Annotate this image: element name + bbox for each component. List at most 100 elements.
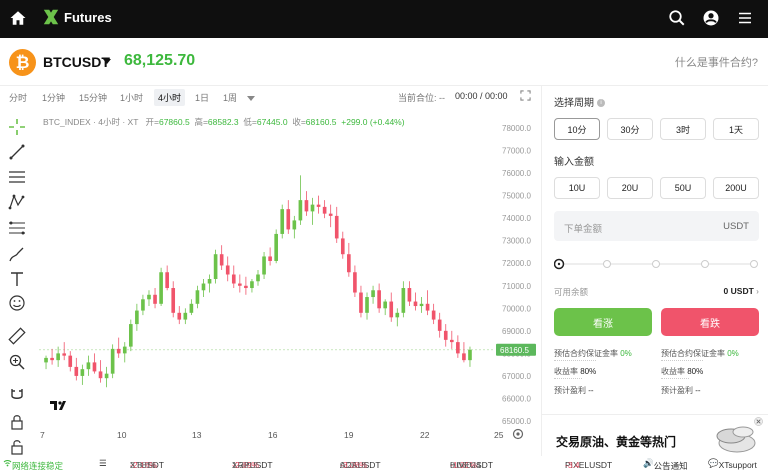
ruler-icon[interactable] [8,327,26,345]
candle-body [377,290,381,309]
trend-line-icon[interactable] [8,143,26,161]
menu-icon[interactable] [736,9,754,27]
down-margin-rate: 预估合约保证金率 0% [661,349,739,358]
y-tick-label: 77000.0 [502,147,531,156]
more-timeframes-chevron-icon[interactable] [247,96,255,101]
period-option-10m[interactable]: 10分 [554,118,600,140]
horizontal-lines-icon[interactable] [8,168,26,186]
pattern-icon[interactable] [8,193,26,211]
available-balance-row: 可用余额 0 USDT › [554,286,759,298]
text-tool-icon[interactable] [8,270,26,288]
chart-svg[interactable]: 78000.0 77000.0 76000.0 75000.0 74000.0 73000… [34,108,540,458]
index-label: BTC_INDEX · 4小时 · XT [43,117,139,127]
brush-icon[interactable] [8,245,26,263]
x-tick-label: 19 [344,430,354,440]
ohlc-readout: BTC_INDEX · 4小时 · XT 开=67860.5 高=68582.3… [43,116,405,128]
candle-body [456,342,460,354]
chart-toolbar: 分时 1分钟 15分钟 1小时 4小时 1日 1周 当前合位: -- 00:00… [0,86,540,108]
amount-option-200u[interactable]: 200U [713,177,759,199]
y-tick-label: 69000.0 [502,327,531,336]
emoji-icon[interactable] [8,294,26,312]
magnet-icon[interactable] [8,386,26,404]
list-icon[interactable]: ☰ [99,458,107,469]
candle-body [292,220,297,230]
search-icon[interactable] [668,9,686,27]
info-icon[interactable]: i [597,99,605,108]
amount-option-10u[interactable]: 10U [554,177,600,199]
candle-body [256,274,260,282]
promo-banner[interactable]: 交易原油、黄金等热门 [542,414,768,456]
change-value: +299.0 (+0.44%) [341,117,405,127]
chart-settings-gear-center [516,432,520,436]
tab-timeframe-4h[interactable]: 4小时 [154,89,186,106]
lock-icon[interactable] [8,413,26,431]
order-amount-input[interactable]: 下单金额 USDT [554,211,759,241]
high-value: 68582.3 [207,117,239,127]
candle-body [122,346,127,354]
candle-body [98,371,103,379]
tab-timeframe-1d[interactable]: 1日 [195,91,209,104]
user-icon[interactable] [702,9,720,27]
y-tick-label: 72000.0 [502,259,531,268]
candle-body [92,362,97,372]
period-option-30m[interactable]: 30分 [607,118,653,140]
crosshair-icon[interactable] [8,118,26,136]
home-icon[interactable] [9,9,27,27]
wifi-icon [3,460,12,467]
candlestick-chart[interactable]: 78000.0 77000.0 76000.0 75000.0 74000.0 73000… [34,108,540,458]
candle-body [449,339,454,343]
x-tick-label: 10 [117,430,127,440]
tab-timeframe-1h[interactable]: 1小时 [120,91,143,104]
candle-body [56,353,60,361]
amount-option-20u[interactable]: 20U [607,177,653,199]
notice-link[interactable]: 🔊 公告通知 [640,458,688,471]
amount-label: 输入金额 [554,157,594,168]
x-tick-label: 25 [494,430,504,440]
symbol-selector[interactable]: BTCUSDT [43,54,110,70]
y-tick-label: 66000.0 [502,394,531,403]
x-tick-label: 7 [40,430,45,440]
chevron-down-icon[interactable] [103,59,111,64]
amount-slider[interactable] [554,258,759,270]
candle-body [207,279,212,284]
candle-body [383,301,387,309]
candle-body [104,373,109,379]
close-icon[interactable] [754,417,763,426]
buy-up-button[interactable]: 看涨 [554,308,652,336]
promo-text: 交易原油、黄金等热门 [556,435,677,449]
candle-body [80,369,85,376]
tab-timeframe-1w[interactable]: 1周 [223,91,237,104]
tradingview-logo-bg [48,398,68,412]
open-value: 67860.5 [158,117,190,127]
open-label: 开= [145,117,159,127]
last-price: 68,125.70 [124,52,196,69]
amount-option-50u[interactable]: 50U [660,177,706,199]
y-tick-label: 67000.0 [502,372,531,381]
candle-body [50,357,54,361]
fib-retracement-icon[interactable] [8,219,26,237]
fullscreen-icon[interactable] [520,90,531,101]
candle-body [280,209,285,234]
period-option-3h[interactable]: 3时 [660,118,706,140]
position-info: 当前合位: -- [398,93,445,103]
y-tick-label: 75000.0 [502,192,531,201]
candle-body [401,288,406,313]
period-option-1d[interactable]: 1天 [713,118,759,140]
brand-logo[interactable]: Futures [42,8,112,26]
lock-icon-2[interactable] [8,438,26,456]
xt-logo-icon [43,9,59,25]
candle-body [419,303,424,307]
tab-timeframe-15m[interactable]: 15分钟 [79,91,107,104]
zoom-in-icon[interactable] [8,353,26,371]
buy-down-button[interactable]: 看跌 [661,308,759,336]
candle-body [116,348,121,354]
x-tick-label: 13 [192,430,202,440]
tab-timeframe-1m[interactable]: 1分钟 [42,91,65,104]
tab-timeframe-tick[interactable]: 分时 [9,91,27,104]
candle-body [304,200,309,212]
support-link[interactable]: 💬 XTsupport [708,458,757,470]
event-contract-help-link[interactable]: 什么是事件合约? [675,54,758,70]
countdown-info: 00:00 / 00:00 [455,91,508,101]
candle-body [219,254,224,266]
brand-name: Futures [64,9,112,25]
